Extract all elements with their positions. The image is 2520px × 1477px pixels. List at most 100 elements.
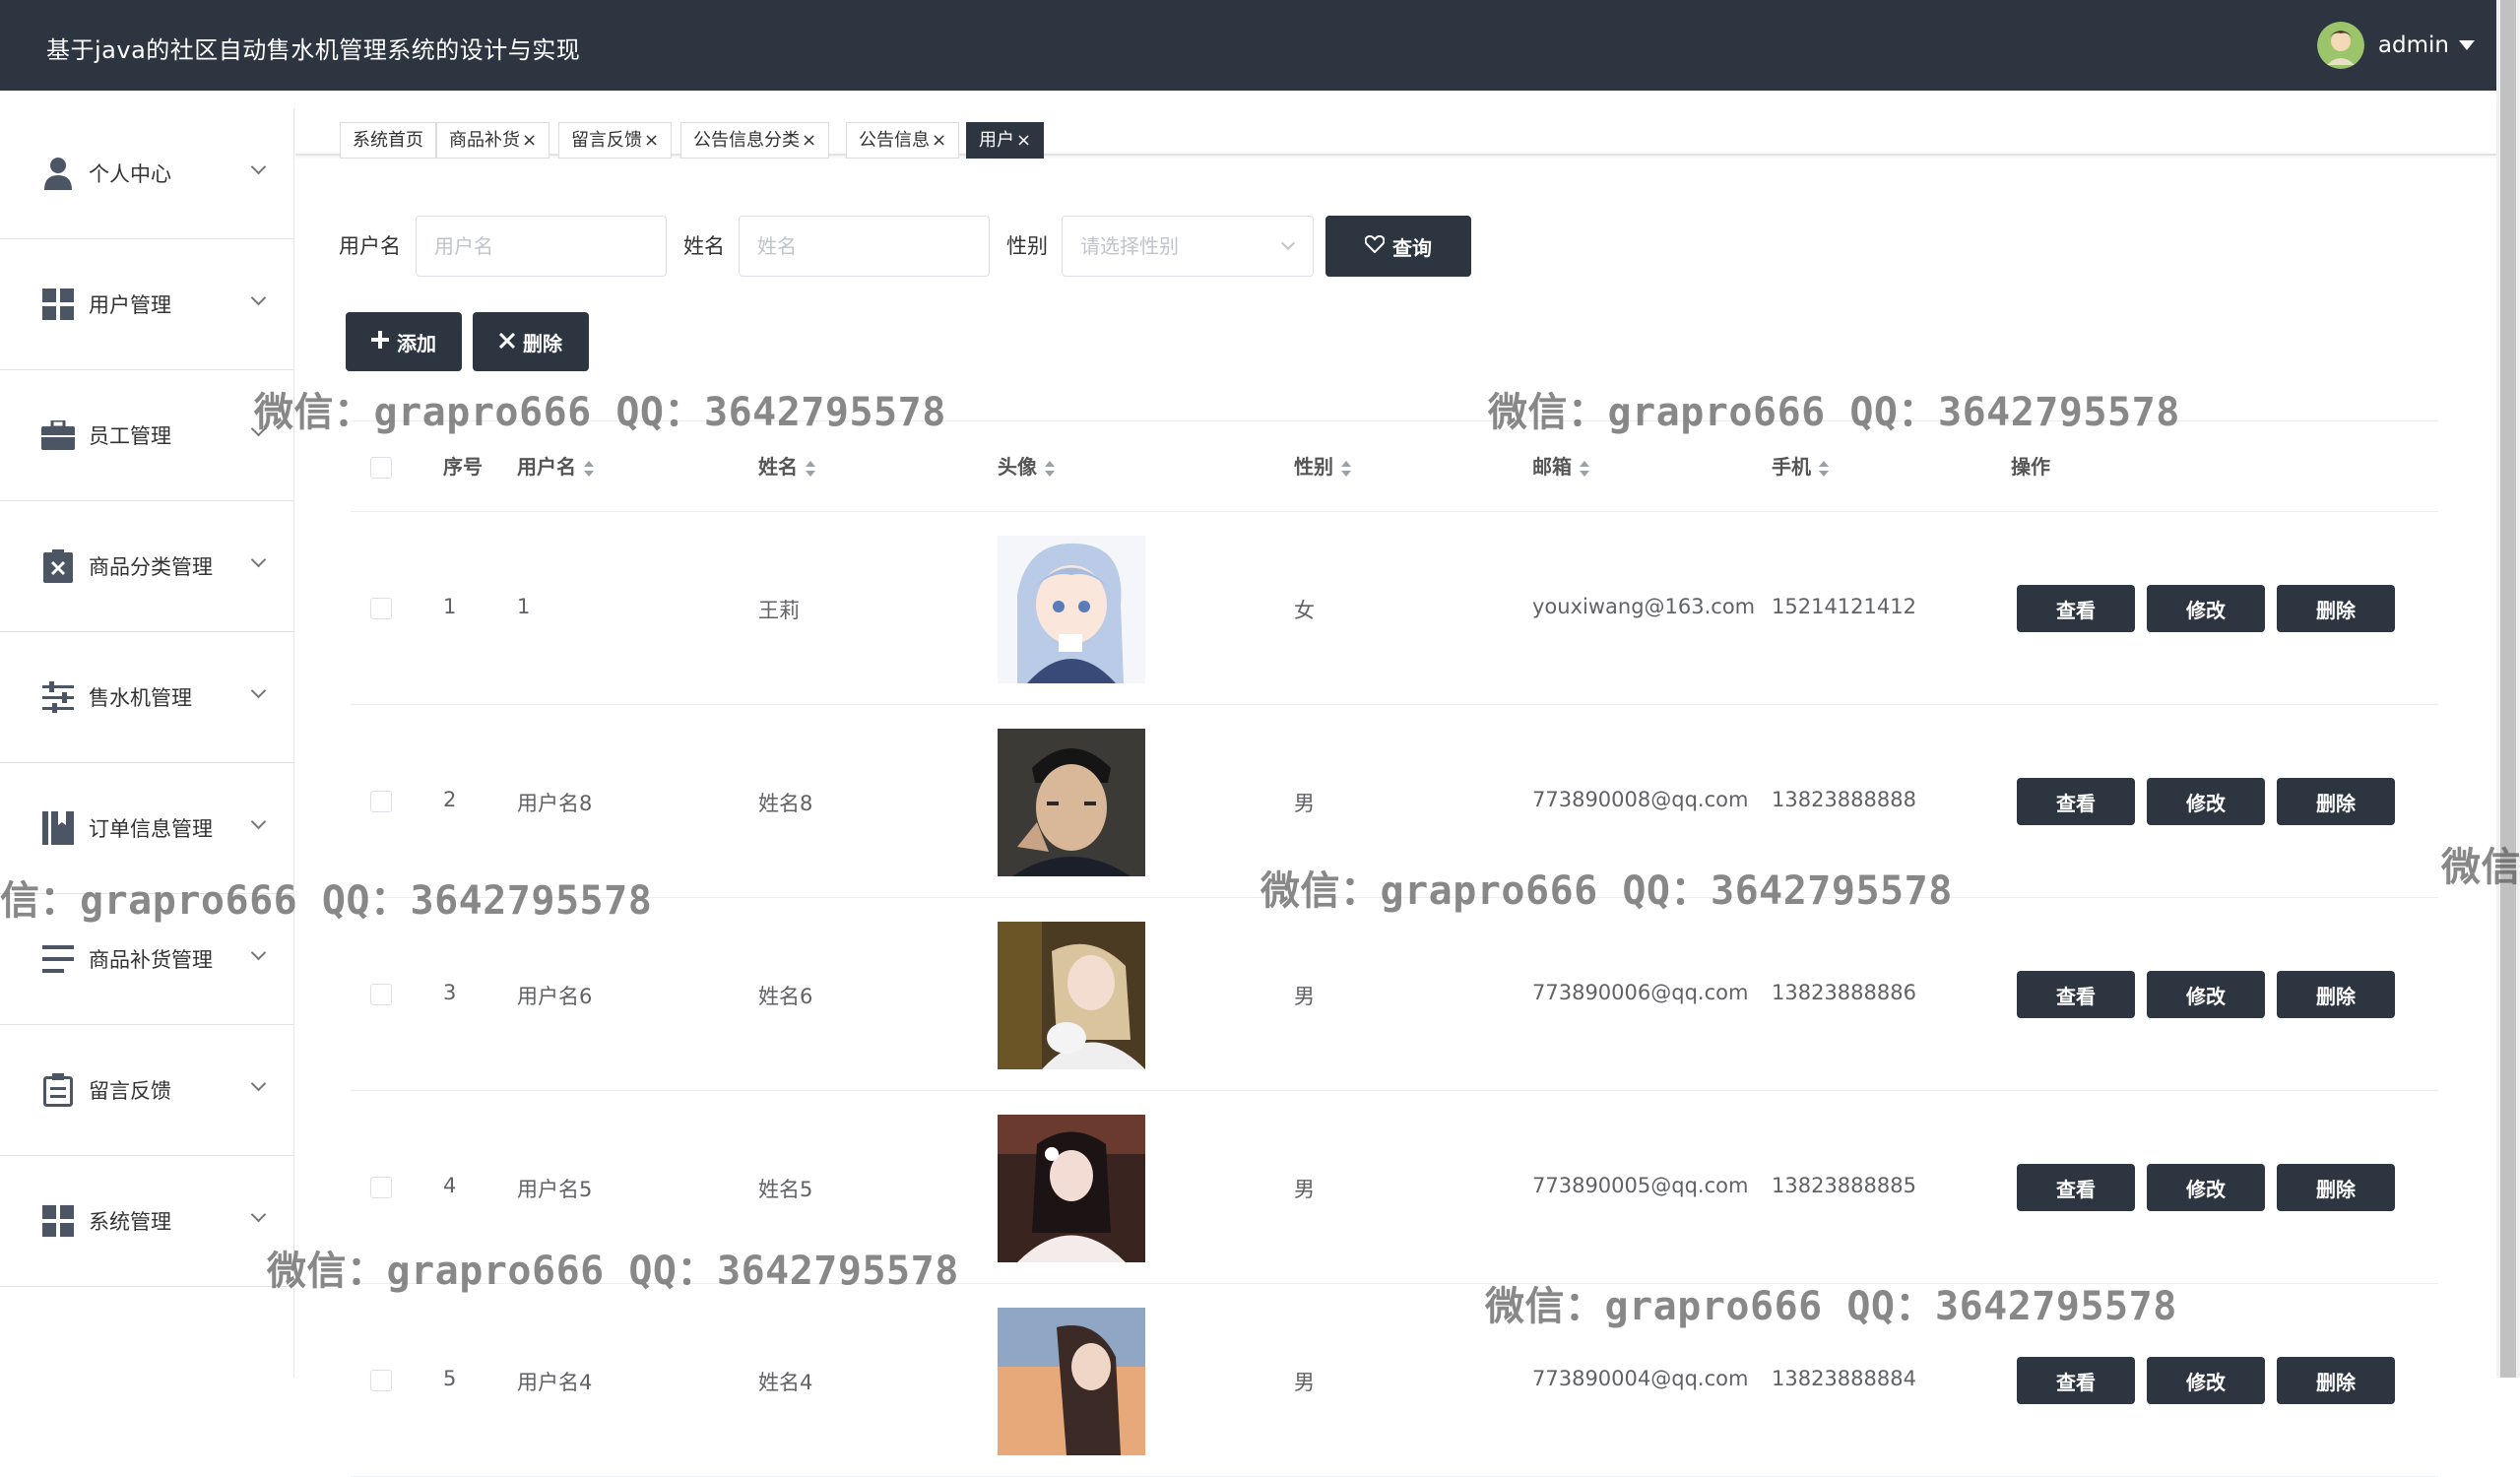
row-checkbox[interactable] (370, 984, 392, 1005)
sidebar-item-label: 系统管理 (89, 1210, 171, 1234)
row-checkbox[interactable] (370, 1370, 392, 1391)
sidebar-item-user-management[interactable]: 用户管理 (0, 239, 293, 370)
sidebar-item-personal-center[interactable]: 个人中心 (0, 108, 293, 239)
sort-icon[interactable] (584, 460, 594, 478)
close-icon[interactable]: × (802, 130, 816, 151)
tab-home[interactable]: 系统首页 (340, 122, 436, 159)
sidebar-item-label: 商品补货管理 (89, 948, 213, 972)
select-all-checkbox[interactable] (370, 457, 392, 479)
tab-users[interactable]: 用户 × (966, 122, 1045, 159)
tab-label: 公告信息 (859, 130, 930, 151)
column-avatar[interactable]: 头像 (998, 421, 1055, 512)
sidebar-item-category-management[interactable]: 商品分类管理 (0, 501, 293, 632)
close-icon[interactable]: × (644, 130, 659, 151)
sidebar-item-system-management[interactable]: 系统管理 (0, 1156, 293, 1287)
chevron-down-icon (250, 944, 267, 961)
page-scrollbar[interactable] (2496, 0, 2520, 1378)
tab-notice[interactable]: 公告信息 × (846, 122, 960, 159)
tab-feedback[interactable]: 留言反馈 × (558, 122, 673, 159)
delete-button[interactable]: 删除 (2277, 778, 2395, 825)
cell-gender: 男 (1294, 792, 1315, 815)
name-placeholder: 姓名 (757, 234, 797, 258)
cell-name: 姓名6 (758, 985, 813, 1008)
column-gender[interactable]: 性别 (1294, 421, 1351, 512)
sidebar-item-label: 订单信息管理 (89, 817, 213, 841)
search-form: 用户名 用户名 姓名 姓名 性别 请选择性别 查询 (339, 216, 1520, 277)
view-button[interactable]: 查看 (2017, 585, 2135, 632)
view-button[interactable]: 查看 (2017, 778, 2135, 825)
column-username[interactable]: 用户名 (517, 421, 594, 512)
column-phone[interactable]: 手机 (1772, 421, 1829, 512)
delete-button[interactable]: 删除 (2277, 585, 2395, 632)
sort-icon[interactable] (1045, 460, 1055, 478)
sort-icon[interactable] (1819, 460, 1829, 478)
sort-icon[interactable] (1341, 460, 1351, 478)
edit-button[interactable]: 修改 (2147, 585, 2265, 632)
user-avatar-image (998, 729, 1145, 876)
chevron-down-icon[interactable] (2459, 40, 2475, 50)
close-icon[interactable]: × (932, 130, 946, 151)
sort-icon[interactable] (806, 460, 815, 478)
gender-placeholder: 请选择性别 (1080, 234, 1179, 258)
tab-label: 商品补货 (449, 130, 520, 151)
batch-delete-button[interactable]: 删除 (473, 312, 589, 371)
column-email[interactable]: 邮箱 (1532, 421, 1589, 512)
delete-button-label: 删除 (523, 331, 562, 355)
cell-email: 773890008@qq.com (1532, 788, 1749, 811)
edit-button[interactable]: 修改 (2147, 1164, 2265, 1211)
delete-button[interactable]: 删除 (2277, 971, 2395, 1018)
sidebar: 个人中心 用户管理 员工管理 商品分类管理 售水机管理 订单信息管理 商品补货管… (0, 108, 294, 1378)
sidebar-item-label: 个人中心 (89, 162, 171, 186)
chevron-down-icon (250, 813, 267, 830)
close-icon[interactable]: × (1016, 130, 1031, 151)
cell-gender: 男 (1294, 985, 1315, 1008)
grid-icon (41, 288, 75, 321)
list-icon (41, 942, 75, 976)
grid-icon (41, 1204, 75, 1238)
row-checkbox[interactable] (370, 598, 392, 619)
username-input[interactable]: 用户名 (416, 216, 667, 277)
delete-button[interactable]: 删除 (2277, 1164, 2395, 1211)
name-label: 姓名 (683, 234, 725, 258)
cell-phone: 13823888886 (1772, 981, 1916, 1004)
name-input[interactable]: 姓名 (739, 216, 990, 277)
user-menu[interactable]: admin (2316, 22, 2475, 69)
table-header: 序号 用户名 姓名 头像 性别 邮箱 手机 操作 (351, 421, 2438, 512)
sidebar-item-feedback[interactable]: 留言反馈 (0, 1025, 293, 1156)
add-button[interactable]: 添加 (346, 312, 462, 371)
sidebar-item-staff-management[interactable]: 员工管理 (0, 370, 293, 501)
tab-restock[interactable]: 商品补货 × (436, 122, 550, 159)
sidebar-item-vending-management[interactable]: 售水机管理 (0, 632, 293, 763)
view-button[interactable]: 查看 (2017, 1164, 2135, 1211)
sidebar-item-restock-management[interactable]: 商品补货管理 (0, 894, 293, 1025)
tab-notice-category[interactable]: 公告信息分类 × (680, 122, 830, 159)
book-icon (41, 811, 75, 845)
sort-icon[interactable] (1580, 460, 1589, 478)
avatar[interactable] (2316, 22, 2364, 69)
cell-username: 用户名5 (517, 1178, 593, 1201)
edit-button[interactable]: 修改 (2147, 1357, 2265, 1404)
delete-button[interactable]: 删除 (2277, 1357, 2395, 1404)
sidebar-item-label: 留言反馈 (89, 1079, 171, 1103)
edit-button[interactable]: 修改 (2147, 778, 2265, 825)
sidebar-item-order-management[interactable]: 订单信息管理 (0, 763, 293, 894)
chevron-down-icon (250, 420, 267, 437)
cell-username: 用户名4 (517, 1371, 593, 1394)
username-label: 用户名 (339, 234, 401, 258)
row-checkbox[interactable] (370, 1177, 392, 1198)
scrollbar-thumb[interactable] (2500, 0, 2516, 1378)
row-checkbox[interactable] (370, 791, 392, 812)
column-name[interactable]: 姓名 (758, 421, 815, 512)
view-button[interactable]: 查看 (2017, 971, 2135, 1018)
edit-button[interactable]: 修改 (2147, 971, 2265, 1018)
view-button[interactable]: 查看 (2017, 1357, 2135, 1404)
cell-index: 4 (443, 1174, 457, 1197)
cell-index: 1 (443, 595, 457, 618)
gender-select[interactable]: 请选择性别 (1062, 216, 1314, 277)
cell-gender: 女 (1294, 599, 1315, 622)
close-icon[interactable]: × (522, 130, 537, 151)
table-row: 1 1 王莉 女 youxiwang@163.com 15214121412 查… (351, 512, 2438, 705)
query-button[interactable]: 查询 (1325, 216, 1471, 277)
chevron-down-icon (250, 551, 267, 568)
user-avatar-image (998, 536, 1145, 683)
